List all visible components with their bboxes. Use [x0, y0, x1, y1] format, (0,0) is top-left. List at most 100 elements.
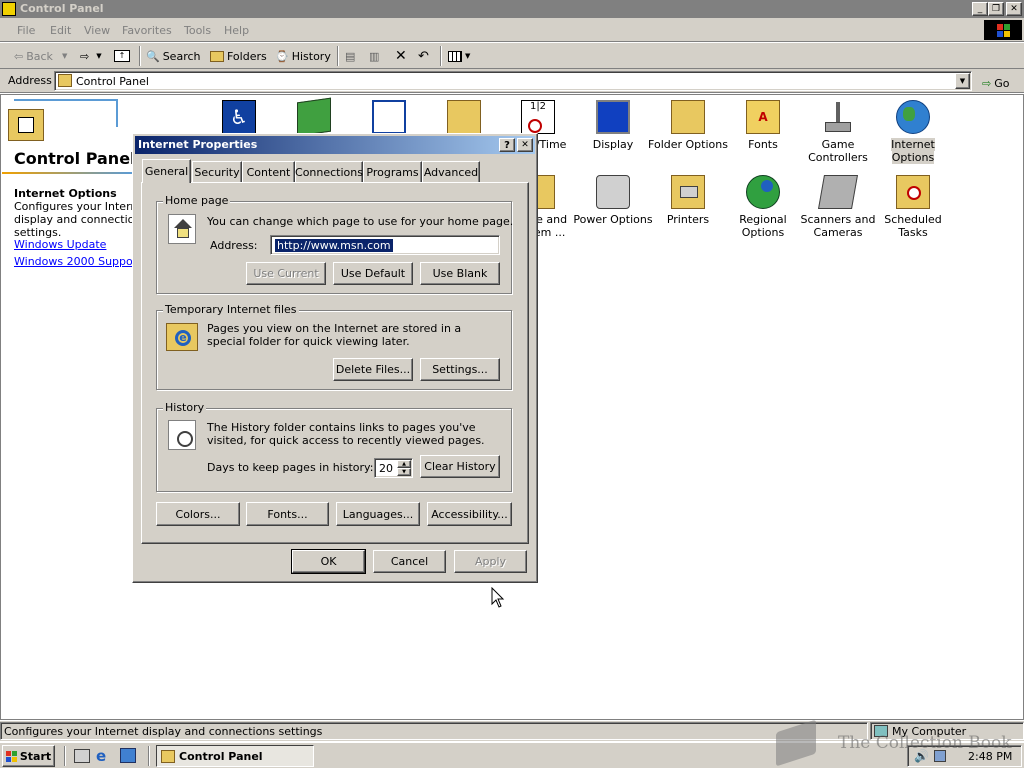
game-controllers-item[interactable]: Game Controllers — [798, 100, 878, 164]
home-address-value: http://www.msn.com — [275, 239, 393, 252]
move-to-icon: ▤ — [345, 49, 356, 63]
back-arrow-icon: ⇦ — [14, 49, 24, 63]
use-default-button[interactable]: Use Default — [333, 262, 413, 285]
taskbar-control-panel-button[interactable]: Control Panel — [156, 745, 314, 767]
power-options-item[interactable]: Power Options — [573, 175, 653, 226]
tab-general[interactable]: General — [142, 159, 191, 183]
address-value: Control Panel — [76, 75, 149, 88]
volume-icon[interactable]: 🔊 — [914, 749, 929, 763]
undo-button[interactable]: ↶ — [418, 45, 429, 67]
back-dropdown-icon[interactable]: ▼ — [62, 52, 67, 60]
system-tray: 🔊 2:48 PM — [907, 745, 1022, 767]
display-item[interactable]: Display — [573, 100, 653, 151]
window-app-icon[interactable] — [2, 2, 16, 16]
copy-to-button[interactable]: ▥ — [369, 45, 379, 67]
printers-item[interactable]: Printers — [648, 175, 728, 226]
close-button[interactable]: ✕ — [1006, 2, 1022, 16]
menu-file[interactable]: File — [17, 24, 35, 37]
status-zone-text: My Computer — [892, 725, 967, 738]
internet-explorer-icon[interactable]: e — [96, 747, 106, 765]
restore-button[interactable]: ❐ — [988, 2, 1004, 16]
tab-security[interactable]: Security — [192, 161, 242, 182]
outlook-express-icon[interactable] — [120, 748, 136, 763]
settings-button[interactable]: Settings... — [420, 358, 500, 381]
folder-options-icon — [671, 100, 705, 134]
delete-button[interactable]: ✕ — [395, 45, 407, 67]
forward-button[interactable]: ⇨ ▼ — [80, 45, 102, 67]
home-address-input[interactable]: http://www.msn.com — [270, 235, 500, 255]
show-desktop-icon[interactable] — [74, 749, 90, 763]
menu-favorites[interactable]: Favorites — [122, 24, 172, 37]
clock[interactable]: 2:48 PM — [968, 750, 1012, 763]
delete-icon: ✕ — [395, 48, 407, 64]
search-icon: 🔍 — [146, 49, 160, 63]
back-button[interactable]: ⇦ Back ▼ — [14, 45, 67, 67]
start-button[interactable]: Start — [2, 745, 55, 767]
history-button[interactable]: ⌚ History — [275, 45, 331, 67]
home-house-icon — [168, 214, 196, 244]
search-button[interactable]: 🔍 Search — [146, 45, 201, 67]
forward-arrow-icon: ⇨ — [80, 49, 90, 63]
fonts-label: Fonts — [748, 138, 778, 151]
forward-dropdown-icon[interactable]: ▼ — [96, 52, 101, 60]
network-icon[interactable] — [934, 750, 946, 762]
dialog-help-button[interactable]: ? — [499, 138, 515, 152]
left-panel-title: Control Panel — [14, 149, 136, 168]
days-up-button[interactable]: ▲ — [397, 460, 411, 468]
history-days-spinner[interactable]: 20 ▲ ▼ — [374, 458, 413, 478]
power-options-label: Power Options — [573, 213, 653, 226]
apply-button[interactable]: Apply — [454, 550, 527, 573]
minimize-button[interactable]: _ — [972, 2, 988, 16]
use-current-button[interactable]: Use Current — [246, 262, 326, 285]
folders-button[interactable]: Folders — [210, 45, 267, 67]
clear-history-button[interactable]: Clear History — [420, 455, 500, 478]
folder-options-item[interactable]: Folder Options — [648, 100, 728, 151]
menu-tools[interactable]: Tools — [184, 24, 211, 37]
menu-bar: File Edit View Favorites Tools Help — [0, 18, 1024, 42]
address-input[interactable]: Control Panel ▼ — [54, 71, 972, 91]
window-titlebar[interactable]: Control Panel _ ❐ ✕ — [0, 0, 1024, 18]
cancel-button[interactable]: Cancel — [373, 550, 446, 573]
internet-options-item[interactable]: Internet Options — [873, 100, 953, 164]
menu-view[interactable]: View — [84, 24, 110, 37]
tab-programs[interactable]: Programs — [363, 161, 422, 182]
fonts-folder-icon: A — [746, 100, 780, 134]
tab-connections[interactable]: Connections — [295, 161, 363, 182]
languages-button[interactable]: Languages... — [336, 502, 420, 526]
scanners-cameras-item[interactable]: Scanners and Cameras — [798, 175, 878, 239]
regional-options-item[interactable]: Regional Options — [723, 175, 803, 239]
fonts-item[interactable]: A Fonts — [723, 100, 803, 151]
windows-update-link[interactable]: Windows Update — [14, 238, 106, 251]
dialog-close-button[interactable]: ✕ — [517, 138, 533, 152]
status-text-pane: Configures your Internet display and con… — [0, 722, 868, 740]
windows-flag-icon — [5, 750, 17, 762]
dialog-titlebar[interactable]: Internet Properties ? ✕ — [135, 136, 535, 154]
ie-folder-icon: e — [166, 323, 198, 351]
tab-advanced[interactable]: Advanced — [422, 161, 480, 182]
accessibility-button[interactable]: Accessibility... — [427, 502, 512, 526]
history-legend: History — [163, 401, 207, 414]
tab-content[interactable]: Content — [242, 161, 295, 182]
temporary-files-description: Pages you view on the Internet are store… — [207, 322, 462, 348]
globe-icon — [746, 175, 780, 209]
up-folder-button[interactable]: ↑ — [114, 45, 130, 67]
windows-2000-support-link[interactable]: Windows 2000 Support — [14, 255, 142, 268]
use-blank-button[interactable]: Use Blank — [420, 262, 500, 285]
window-title: Control Panel — [20, 2, 104, 15]
menu-edit[interactable]: Edit — [50, 24, 71, 37]
go-button[interactable]: ⇨ Go — [982, 72, 1009, 94]
colors-button[interactable]: Colors... — [156, 502, 240, 526]
move-to-button[interactable]: ▤ — [345, 45, 355, 67]
ok-button[interactable]: OK — [291, 549, 366, 574]
my-computer-icon — [874, 725, 888, 737]
address-dropdown-button[interactable]: ▼ — [955, 73, 970, 89]
scheduled-tasks-item[interactable]: Scheduled Tasks — [873, 175, 953, 239]
days-down-button[interactable]: ▼ — [397, 468, 411, 476]
fonts-button[interactable]: Fonts... — [246, 502, 329, 526]
scheduled-tasks-label: Scheduled Tasks — [884, 213, 942, 239]
internet-globe-icon — [896, 100, 930, 134]
status-bar: Configures your Internet display and con… — [0, 721, 1024, 741]
views-button[interactable]: ▼ — [448, 45, 470, 67]
menu-help[interactable]: Help — [224, 24, 249, 37]
delete-files-button[interactable]: Delete Files... — [333, 358, 413, 381]
